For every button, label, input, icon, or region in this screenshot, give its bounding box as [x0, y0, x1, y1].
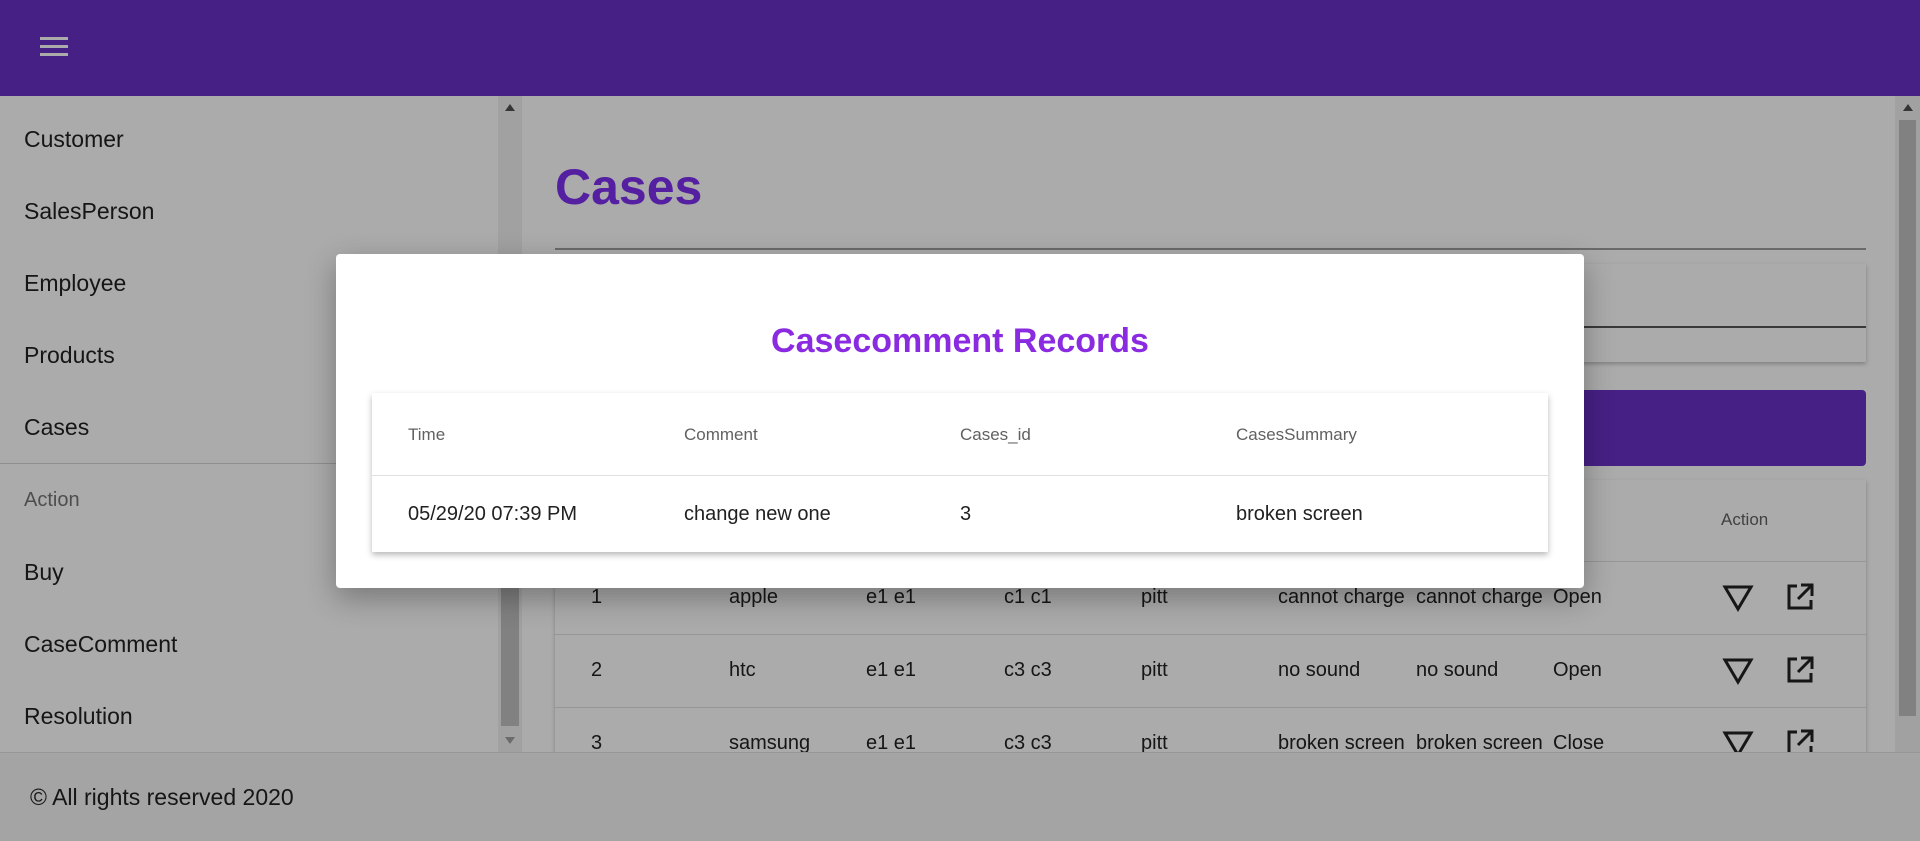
header-time: Time — [408, 425, 446, 444]
cell-cases-id: 3 — [960, 503, 972, 525]
cell-time: 05/29/20 07:39 PM — [408, 503, 578, 525]
cell-comment: change new one — [684, 503, 831, 525]
header-comment: Comment — [684, 425, 758, 444]
casecomment-table: Time Comment Cases_id CasesSummary 05/29… — [372, 393, 1548, 552]
casecomment-dialog: Casecomment Records Time Comment Cases_i… — [336, 254, 1584, 588]
cell-cases-summary: broken screen — [1236, 503, 1363, 525]
dialog-table-header: Time Comment Cases_id CasesSummary — [372, 393, 1548, 476]
header-cases-summary: CasesSummary — [1236, 425, 1357, 444]
dialog-title: Casecomment Records — [771, 322, 1149, 360]
header-cases-id: Cases_id — [960, 425, 1031, 444]
